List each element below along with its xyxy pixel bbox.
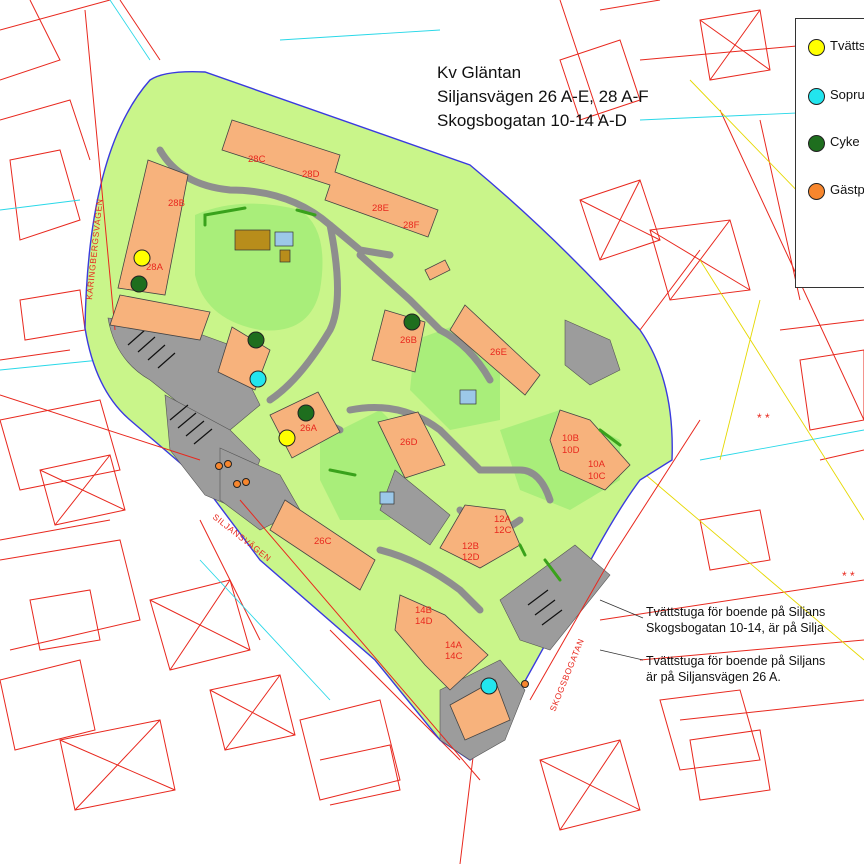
label-12C: 12C xyxy=(494,525,512,536)
legend-label-guest-parking: Gästp xyxy=(830,182,864,197)
label-28B: 28B xyxy=(168,198,185,209)
laundry-marker[interactable] xyxy=(278,429,296,447)
label-12A: 12A xyxy=(494,514,512,525)
legend: Tvätts Sopru Cyke Gästp xyxy=(795,18,864,288)
label-28A: 28A xyxy=(146,262,164,273)
label-10D: 10D xyxy=(562,445,580,456)
guest-parking-marker[interactable] xyxy=(224,460,232,468)
label-28D: 28D xyxy=(302,169,320,180)
tree-symbols: * * * * xyxy=(757,411,855,583)
legend-item-guest-parking: Gästp xyxy=(796,179,864,203)
note-1-line-2: Skogsbogatan 10-14, är på Silja xyxy=(646,621,824,635)
map-canvas: 28C 28D 28E 28F 28B 28A 26B 26E 26A 26D … xyxy=(0,0,864,864)
bicycle-marker[interactable] xyxy=(247,331,265,349)
label-26B: 26B xyxy=(400,335,417,346)
note-2-line-1: Tvättstuga för boende på Siljans xyxy=(646,654,826,668)
legend-label-bicycle: Cyke xyxy=(830,134,860,149)
label-14D: 14D xyxy=(415,616,433,627)
legend-item-waste: Sopru xyxy=(796,84,864,108)
label-12D: 12D xyxy=(462,552,480,563)
note-pointers xyxy=(599,599,644,661)
label-28C: 28C xyxy=(248,154,266,165)
label-28E: 28E xyxy=(372,203,389,214)
guest-parking-marker[interactable] xyxy=(521,680,529,688)
note-2-line-2: är på Siljansvägen 26 A. xyxy=(646,670,781,684)
label-10B: 10B xyxy=(562,433,579,444)
guest-parking-marker[interactable] xyxy=(233,480,241,488)
guest-parking-marker[interactable] xyxy=(242,478,250,486)
note-1-line-1: Tvättstuga för boende på Siljans xyxy=(646,605,826,619)
laundry-marker[interactable] xyxy=(133,249,151,267)
label-10A: 10A xyxy=(588,459,606,470)
waste-marker[interactable] xyxy=(480,677,498,695)
map-title: Kv Gläntan xyxy=(437,63,522,82)
bicycle-marker[interactable] xyxy=(297,404,315,422)
site-map: 28C 28D 28E 28F 28B 28A 26B 26E 26A 26D … xyxy=(0,0,864,864)
label-10C: 10C xyxy=(588,471,606,482)
map-subtitle-address-2: Skogsbogatan 10-14 A-D xyxy=(437,111,627,130)
label-26D: 26D xyxy=(400,437,418,448)
legend-label-laundry: Tvätts xyxy=(830,38,864,53)
label-26C: 26C xyxy=(314,536,332,547)
label-26A: 26A xyxy=(300,423,318,434)
guest-parking-marker[interactable] xyxy=(215,462,223,470)
label-14C: 14C xyxy=(445,651,463,662)
label-14B: 14B xyxy=(415,605,432,616)
laundry-dot-icon xyxy=(808,39,825,56)
legend-item-laundry: Tvätts xyxy=(796,35,864,59)
tree-symbol: * * xyxy=(757,411,770,425)
legend-item-bicycle: Cyke xyxy=(796,131,864,155)
waste-marker[interactable] xyxy=(249,370,267,388)
label-12B: 12B xyxy=(462,541,479,552)
map-subtitle-address-1: Siljansvägen 26 A-E, 28 A-F xyxy=(437,87,649,106)
label-14A: 14A xyxy=(445,640,463,651)
bicycle-marker[interactable] xyxy=(403,313,421,331)
label-26E: 26E xyxy=(490,347,507,358)
tree-symbol: * * xyxy=(842,569,855,583)
street-skogsbogatan: SKOGSBOGATAN xyxy=(548,637,586,713)
bicycle-dot-icon xyxy=(808,135,825,152)
guest-parking-dot-icon xyxy=(808,183,825,200)
legend-label-waste: Sopru xyxy=(830,87,864,102)
bicycle-marker[interactable] xyxy=(130,275,148,293)
label-28F: 28F xyxy=(403,220,420,231)
waste-room-dot-icon xyxy=(808,88,825,105)
